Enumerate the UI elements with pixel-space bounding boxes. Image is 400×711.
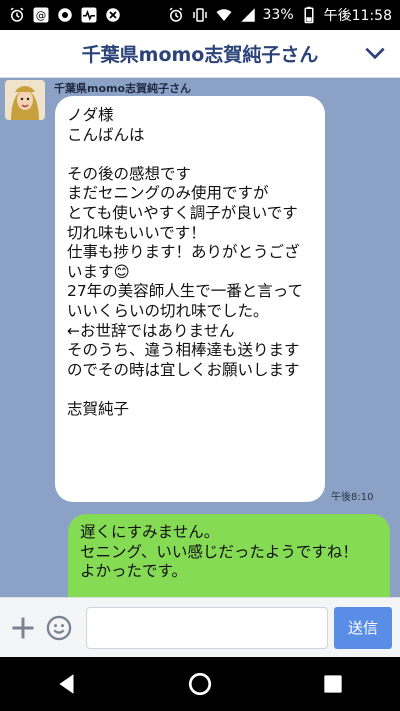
wifi-icon <box>215 6 233 24</box>
at-icon: @ <box>32 6 50 24</box>
incoming-message-bubble[interactable]: ノダ様 こんばんは その後の感想です まだセニングのみ使用ですが とても使いやす… <box>55 96 325 502</box>
status-bar: @ 33% 午後11:58 <box>0 0 400 30</box>
battery-percent: 33% <box>262 7 294 23</box>
battery-icon <box>300 6 318 24</box>
plus-icon[interactable] <box>8 613 38 643</box>
avatar[interactable] <box>5 80 45 120</box>
pulse-icon <box>80 6 98 24</box>
message-input[interactable] <box>86 606 328 649</box>
status-right-icons: 33% 午後11:58 <box>167 5 392 25</box>
send-button[interactable]: 送信 <box>334 606 392 649</box>
message-input-bar: 送信 <box>0 597 400 657</box>
alarm-icon <box>167 6 185 24</box>
record-icon <box>56 6 74 24</box>
close-circle-icon <box>104 6 122 24</box>
sender-name: 千葉県momo志賀純子さん <box>54 82 192 95</box>
emoji-icon[interactable] <box>44 613 74 643</box>
chat-area[interactable]: 千葉県momo志賀純子さん ノダ様 こんばんは その後の感想です まだセニングの… <box>0 78 400 597</box>
chat-title: 千葉県momo志賀純子さん <box>81 44 319 66</box>
status-time: 午後11:58 <box>323 8 392 24</box>
vibrate-icon <box>191 6 209 24</box>
signal-icon <box>239 6 257 24</box>
alarm-icon <box>8 6 26 24</box>
message-timestamp: 午後8:10 <box>331 492 374 503</box>
home-icon[interactable] <box>180 664 220 704</box>
chat-header: 千葉県momo志賀純子さん <box>0 30 400 78</box>
status-left-icons: @ <box>8 6 122 24</box>
back-icon[interactable] <box>47 664 87 704</box>
system-nav-bar <box>0 657 400 711</box>
outgoing-message-bubble[interactable]: 遅くにすみません。 セニング、いい感じだったようですね！ よかったです。 <box>68 514 390 597</box>
recents-icon[interactable] <box>313 664 353 704</box>
chevron-down-icon[interactable] <box>362 40 388 66</box>
svg-text:@: @ <box>36 10 47 22</box>
